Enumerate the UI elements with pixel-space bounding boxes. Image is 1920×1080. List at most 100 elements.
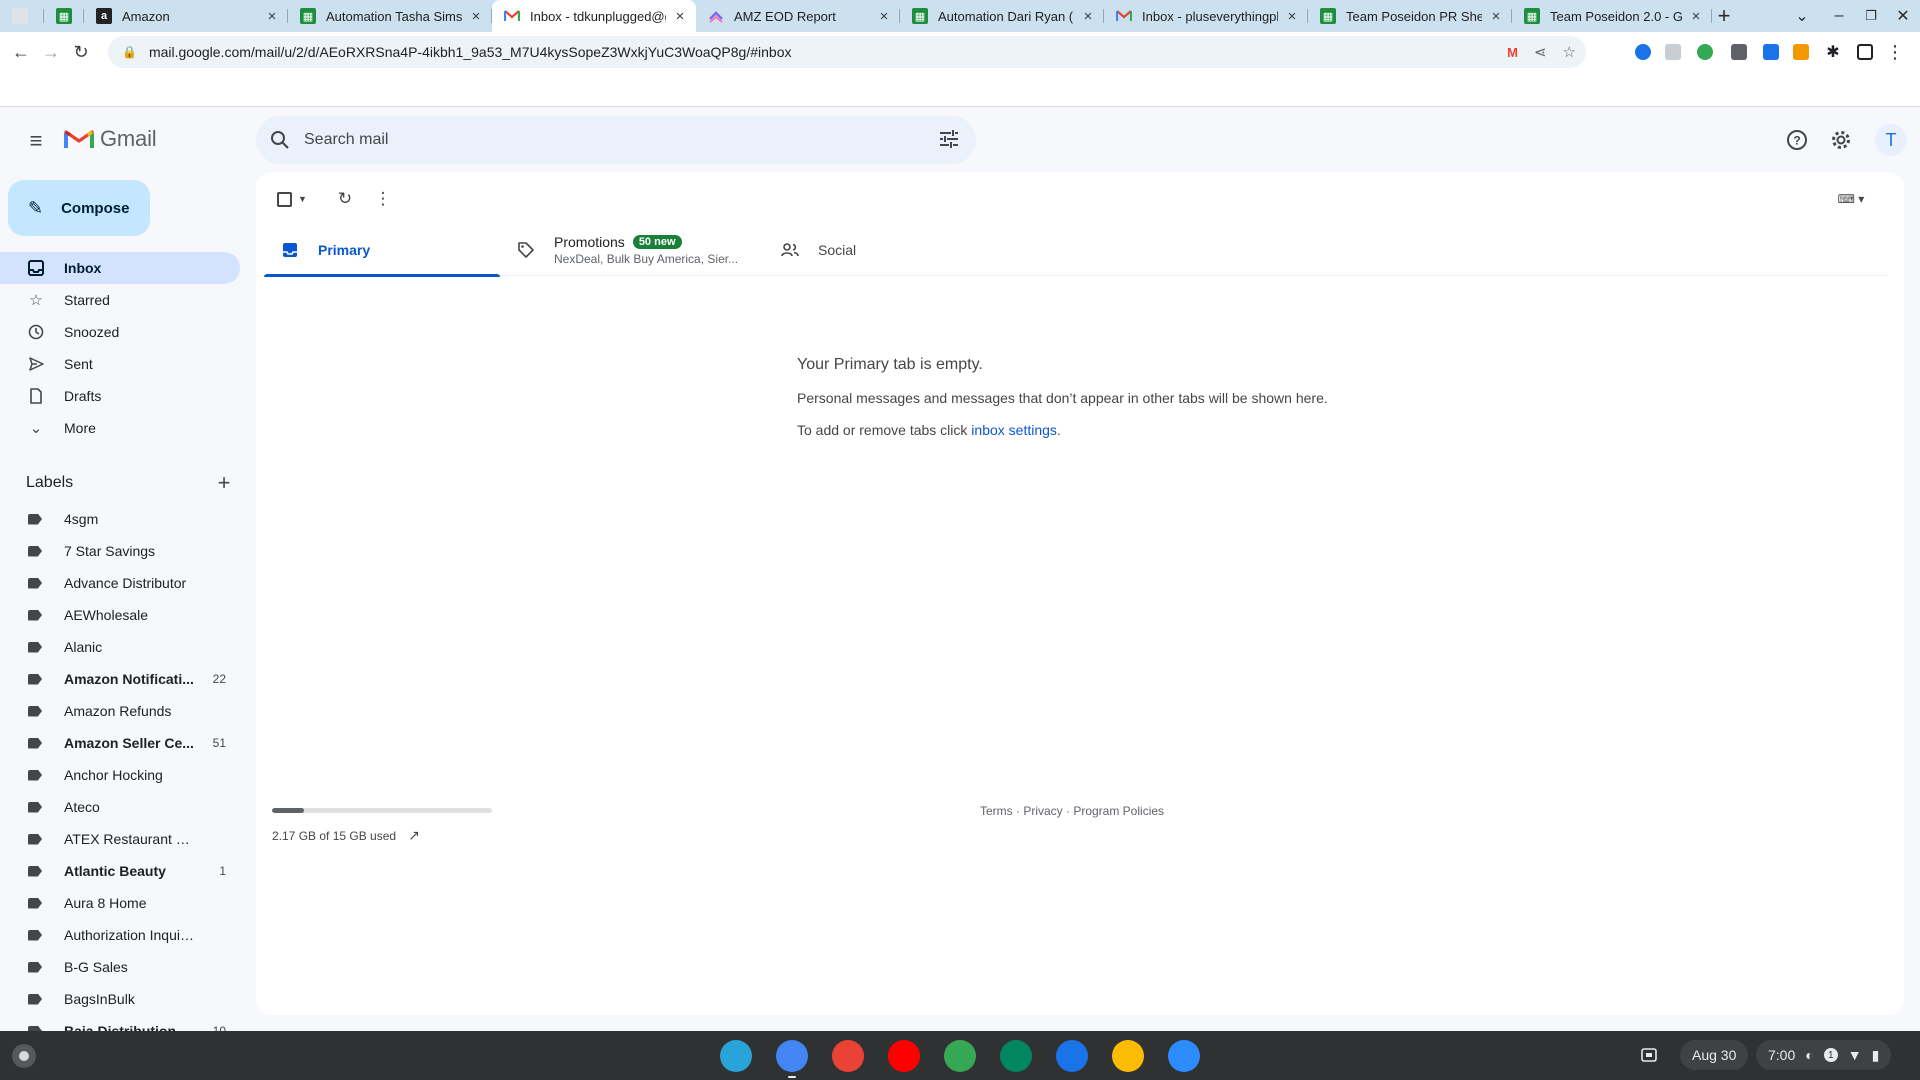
tab-title: AMZ EOD Report <box>734 8 836 24</box>
browser-tab-active[interactable]: Inbox - tdkunplugged@gr × <box>492 0 696 32</box>
shelf-app[interactable] <box>774 1038 810 1078</box>
search-options-icon[interactable] <box>938 128 962 152</box>
close-tab-icon[interactable]: × <box>1488 8 1504 25</box>
search-input[interactable] <box>304 131 904 149</box>
inbox-settings-link[interactable]: inbox settings <box>971 422 1057 438</box>
browser-tab[interactable]: a Amazon × <box>84 0 288 32</box>
label-item[interactable]: Amazon Notificati... 22 <box>0 663 240 695</box>
extension-icon[interactable] <box>1790 32 1812 72</box>
side-panel-icon[interactable] <box>1854 32 1876 72</box>
browser-tab[interactable]: AMZ EOD Report × <box>696 0 900 32</box>
new-tab-button[interactable]: + <box>1710 0 1738 32</box>
extension-icon[interactable] <box>1632 32 1654 72</box>
close-tab-icon[interactable]: × <box>468 8 484 25</box>
label-item[interactable]: AEWholesale <box>0 599 240 631</box>
extension-icon[interactable] <box>1694 32 1716 72</box>
screen-capture-icon[interactable] <box>1640 1040 1658 1070</box>
browser-tab[interactable]: ▦ <box>44 0 84 32</box>
label-item[interactable]: Amazon Seller Ce... 51 <box>0 727 240 759</box>
open-external-icon[interactable]: ↗ <box>408 827 420 844</box>
puzzle-icon[interactable]: ✱ <box>1822 32 1844 72</box>
back-icon[interactable]: ← <box>6 37 36 67</box>
nav-item-more[interactable]: ⌄ More <box>0 412 240 444</box>
tab-title: Automation Dari Ryan (K <box>938 8 1074 24</box>
date-tray[interactable]: Aug 30 <box>1680 1040 1749 1070</box>
browser-tab[interactable]: ▦ Automation Tasha Sims × <box>288 0 492 32</box>
main-menu-icon[interactable]: ≡ <box>20 125 52 157</box>
close-tab-icon[interactable]: × <box>876 8 892 25</box>
shelf-app[interactable] <box>718 1038 754 1074</box>
shelf-app[interactable] <box>886 1038 922 1074</box>
label-item[interactable]: 7 Star Savings <box>0 535 240 567</box>
shelf-app[interactable] <box>1166 1038 1202 1074</box>
label-item[interactable]: Alanic <box>0 631 240 663</box>
extension-icon[interactable] <box>1728 32 1750 72</box>
help-icon[interactable]: ? <box>1781 124 1813 156</box>
more-options-icon[interactable]: ⋮ <box>368 184 398 214</box>
close-window-icon[interactable]: ✕ <box>1890 0 1916 32</box>
gmail-logo[interactable]: Gmail <box>64 126 157 152</box>
tab-search-icon[interactable]: ⌄ <box>1788 0 1816 32</box>
extension-icon[interactable] <box>1662 32 1684 72</box>
search-bar[interactable] <box>256 116 976 164</box>
account-avatar[interactable]: T <box>1875 124 1907 156</box>
reload-icon[interactable]: ↻ <box>66 37 96 67</box>
status-tray[interactable]: 7:00 ◐ 1 ▼ ▮ <box>1756 1040 1892 1070</box>
bookmark-star-icon[interactable]: ☆ <box>1563 43 1576 61</box>
nav-item-starred[interactable]: ☆ Starred <box>0 284 240 316</box>
close-tab-icon[interactable]: × <box>672 8 688 25</box>
shelf-app[interactable] <box>1054 1038 1090 1074</box>
label-item[interactable]: Advance Distributor <box>0 567 240 599</box>
browser-tab[interactable] <box>0 0 44 32</box>
compose-button[interactable]: ✎ Compose <box>8 180 150 236</box>
browser-tab[interactable]: ▦ Team Poseidon 2.0 - Goo × <box>1512 0 1712 32</box>
close-tab-icon[interactable]: × <box>1284 8 1300 25</box>
shelf-app[interactable] <box>1110 1038 1146 1074</box>
label-item[interactable]: B-G Sales <box>0 951 240 983</box>
address-bar[interactable]: 🔒 mail.google.com/mail/u/2/d/AEoRXRSna4P… <box>108 36 1586 68</box>
input-tools-icon[interactable]: ⌨ ▾ <box>1830 184 1872 214</box>
nav-item-inbox[interactable]: Inbox <box>0 252 240 284</box>
launcher-icon[interactable] <box>12 1044 36 1068</box>
restore-icon[interactable]: ❐ <box>1858 0 1884 32</box>
label-item[interactable]: 4sgm <box>0 503 240 535</box>
shelf-app[interactable] <box>830 1038 866 1074</box>
nav-item-snoozed[interactable]: Snoozed <box>0 316 240 348</box>
tab-promotions[interactable]: Promotions 50 new NexDeal, Bulk Buy Amer… <box>500 224 752 276</box>
label-item[interactable]: Baja Distribution 10 <box>0 1015 240 1031</box>
footer-links[interactable]: Terms · Privacy · Program Policies <box>980 804 1164 818</box>
settings-gear-icon[interactable] <box>1825 124 1857 156</box>
search-icon[interactable] <box>256 116 304 164</box>
shelf-app[interactable] <box>998 1038 1034 1074</box>
main-panel: ▼ ↻ ⋮ ⌨ ▾ Primary Promotions 50 new NexD… <box>256 172 1904 1015</box>
browser-tab[interactable]: ▦ Team Poseidon PR Sheet × <box>1308 0 1512 32</box>
select-all-checkbox[interactable]: ▼ <box>272 184 312 214</box>
label-item[interactable]: Ateco <box>0 791 240 823</box>
label-item[interactable]: Atlantic Beauty 1 <box>0 855 240 887</box>
close-tab-icon[interactable]: × <box>1688 8 1704 25</box>
chrome-menu-icon[interactable]: ⋮ <box>1884 32 1906 72</box>
browser-tab[interactable]: ▦ Automation Dari Ryan (K × <box>900 0 1104 32</box>
label-item[interactable]: Authorization Inquiries <box>0 919 240 951</box>
close-tab-icon[interactable]: × <box>264 8 280 25</box>
gmail-extension-icon[interactable]: M <box>1507 45 1518 60</box>
label-item[interactable]: BagsInBulk <box>0 983 240 1015</box>
browser-tab[interactable]: Inbox - pluseverythingplu × <box>1104 0 1308 32</box>
label-item[interactable]: ATEX Restaurant Supply <box>0 823 240 855</box>
shelf-app[interactable] <box>942 1038 978 1074</box>
refresh-icon[interactable]: ↻ <box>330 184 360 214</box>
label-item[interactable]: Aura 8 Home <box>0 887 240 919</box>
extension-icon[interactable] <box>1760 32 1782 72</box>
add-label-icon[interactable]: + <box>212 470 236 496</box>
nav-item-drafts[interactable]: Drafts <box>0 380 240 412</box>
share-icon[interactable]: ⋖ <box>1534 43 1547 61</box>
label-item[interactable]: Anchor Hocking <box>0 759 240 791</box>
label-tag-icon <box>28 929 42 941</box>
tab-social[interactable]: Social <box>764 224 1000 276</box>
minimize-icon[interactable]: – <box>1826 0 1852 32</box>
close-tab-icon[interactable]: × <box>1080 8 1096 25</box>
forward-icon[interactable]: → <box>36 37 66 67</box>
nav-item-sent[interactable]: Sent <box>0 348 240 380</box>
label-item[interactable]: Amazon Refunds <box>0 695 240 727</box>
tab-primary[interactable]: Primary <box>264 224 500 277</box>
